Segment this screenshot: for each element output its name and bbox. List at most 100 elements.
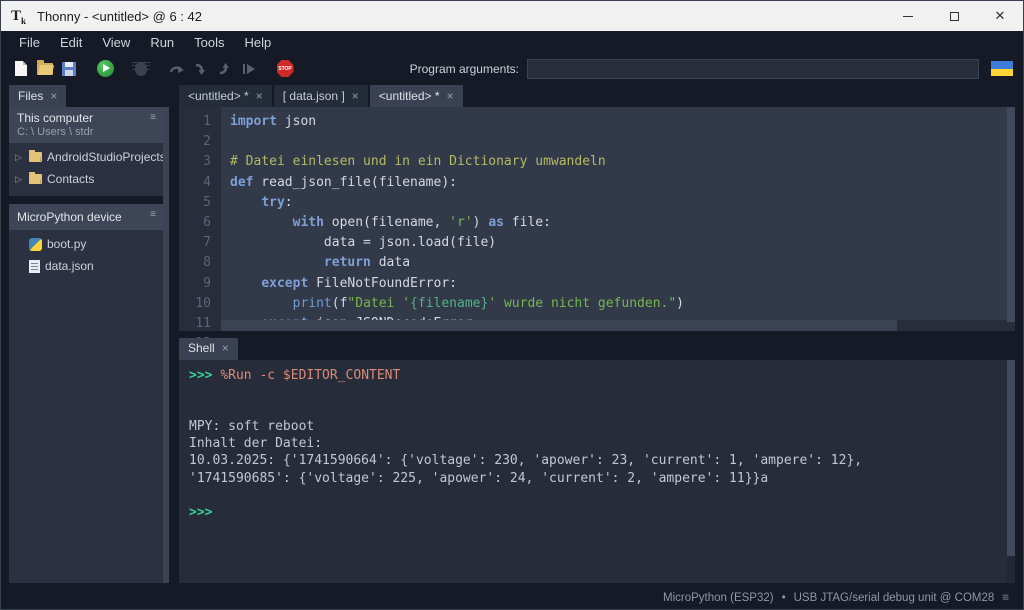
code-lines[interactable]: import json # Datei einlesen und in ein D… [221,107,1007,320]
code-line[interactable]: print(f"Datei '{filename}' wurde nicht g… [230,294,1007,314]
shell-line[interactable]: '1741590685': {'voltage': 225, 'apower':… [189,470,1007,487]
tree-item-folder[interactable]: ▷ AndroidStudioProjects [9,146,163,168]
files-menu-icon[interactable]: ≡ [150,112,156,123]
tree-item-file[interactable]: boot.py [9,233,163,255]
backend-menu-icon[interactable]: ≡ [1002,592,1009,604]
code-line[interactable]: data = json.load(file) [230,233,1007,253]
editor-tab[interactable]: <untitled> *× [370,85,463,107]
minimize-button[interactable] [885,1,931,31]
editor-tab-close-icon[interactable]: × [352,91,359,101]
menu-tools[interactable]: Tools [184,33,234,52]
line-number: 7 [179,233,211,253]
new-file-icon [15,61,27,76]
menu-help[interactable]: Help [235,33,282,52]
window-title: Thonny - <untitled> @ 6 : 42 [37,9,202,24]
program-arguments-label: Program arguments: [410,62,519,76]
shell-panel[interactable]: >>> %Run -c $EDITOR_CONTENT MPY: soft reb… [179,360,1015,584]
maximize-button[interactable] [931,1,977,31]
code-line[interactable] [230,132,1007,152]
stop-restart-button[interactable]: STOP [273,58,297,80]
device-header[interactable]: MicroPython device ≡ [9,204,163,230]
run-play-icon [97,60,114,77]
code-line[interactable]: try: [230,193,1007,213]
menu-bar: FileEditViewRunToolsHelp [1,31,1023,54]
open-file-button[interactable] [33,58,57,80]
editor-hscrollbar[interactable] [221,320,1007,331]
shell-line[interactable]: >>> [189,504,1007,521]
code-line[interactable]: def read_json_file(filename): [230,173,1007,193]
step-out-button[interactable] [213,58,237,80]
shell-line[interactable] [189,487,1007,504]
file-name: data.json [45,259,94,273]
code-line[interactable]: except FileNotFoundError: [230,274,1007,294]
files-tab[interactable]: Files × [9,85,66,107]
port-label: USB JTAG/serial debug unit @ COM28 [794,592,995,604]
editor-vscrollbar[interactable] [1007,107,1015,331]
shell-line[interactable]: Inhalt der Datei: [189,435,1007,452]
device-menu-icon[interactable]: ≡ [150,209,156,220]
editor-tab[interactable]: <untitled> *× [179,85,272,107]
device-title: MicroPython device [17,210,122,224]
resume-button[interactable] [237,58,261,80]
menu-file[interactable]: File [9,33,50,52]
save-floppy-icon [62,62,76,76]
files-panel: Files × This computer C: \ Users \ stdr … [9,85,169,583]
this-computer-title: This computer [17,111,157,125]
shell-line[interactable]: MPY: soft reboot [189,418,1007,435]
thonny-logo-icon: Tk [11,8,29,24]
program-arguments-input[interactable] [527,59,979,79]
ukraine-flag-icon [991,61,1013,76]
bug-icon [135,62,147,76]
line-number: 3 [179,152,211,172]
shell-lines[interactable]: >>> %Run -c $EDITOR_CONTENT MPY: soft reb… [179,360,1007,584]
files-scrollbar[interactable] [163,107,169,583]
step-out-icon [218,63,232,75]
shell-tab-close-icon[interactable]: × [222,343,229,353]
expander-icon[interactable]: ▷ [15,174,24,185]
code-line[interactable]: return data [230,253,1007,273]
shell-line[interactable]: 10.03.2025: {'1741590664': {'voltage': 2… [189,452,1007,469]
expander-icon[interactable]: ▷ [15,152,24,163]
folder-icon [29,152,42,162]
editor-tab[interactable]: [ data.json ]× [274,85,368,107]
python-file-icon [29,238,42,251]
interpreter-label: MicroPython (ESP32) [663,592,774,604]
menu-view[interactable]: View [92,33,140,52]
step-over-button[interactable] [165,58,189,80]
new-file-button[interactable] [9,58,33,80]
toolbar: STOP Program arguments: ▼ [1,54,1023,83]
shell-line[interactable] [189,401,1007,418]
step-over-icon [169,63,185,75]
stop-sign-icon: STOP [277,60,294,77]
editor-tab-close-icon[interactable]: × [447,91,454,101]
tree-item-folder[interactable]: ▷Contacts [9,168,163,190]
code-line[interactable]: # Datei einlesen und in ein Dictionary u… [230,152,1007,172]
editor-column: <untitled> *×[ data.json ]×<untitled> *×… [179,85,1015,583]
code-line[interactable]: with open(filename, 'r') as file: [230,213,1007,233]
shell-tab[interactable]: Shell × [179,338,238,360]
shell-line[interactable] [189,384,1007,401]
menu-run[interactable]: Run [140,33,184,52]
title-bar: Tk Thonny - <untitled> @ 6 : 42 ✕ [1,1,1023,31]
tree-item-file[interactable]: data.json [9,255,163,277]
files-tab-close-icon[interactable]: × [50,91,57,101]
status-separator: • [782,592,786,604]
editor-tab-close-icon[interactable]: × [256,91,263,101]
code-editor[interactable]: 12345678910111213 import json# Datei ein… [179,107,1015,331]
splitter-sash[interactable] [179,331,1015,338]
shell-vscrollbar[interactable] [1007,360,1015,584]
thonny-window: Tk Thonny - <untitled> @ 6 : 42 ✕ FileEd… [0,0,1024,610]
folder-icon [29,174,42,184]
line-number: 9 [179,274,211,294]
this-computer-header[interactable]: This computer C: \ Users \ stdr ≡ [9,107,163,143]
step-into-button[interactable] [189,58,213,80]
line-number: 4 [179,173,211,193]
run-button[interactable] [93,58,117,80]
debug-button[interactable] [129,58,153,80]
menu-edit[interactable]: Edit [50,33,92,52]
shell-line[interactable]: >>> %Run -c $EDITOR_CONTENT [189,367,1007,384]
folder-name: AndroidStudioProjects [47,150,166,164]
code-line[interactable]: import json [230,112,1007,132]
close-button[interactable]: ✕ [977,1,1023,31]
save-file-button[interactable] [57,58,81,80]
